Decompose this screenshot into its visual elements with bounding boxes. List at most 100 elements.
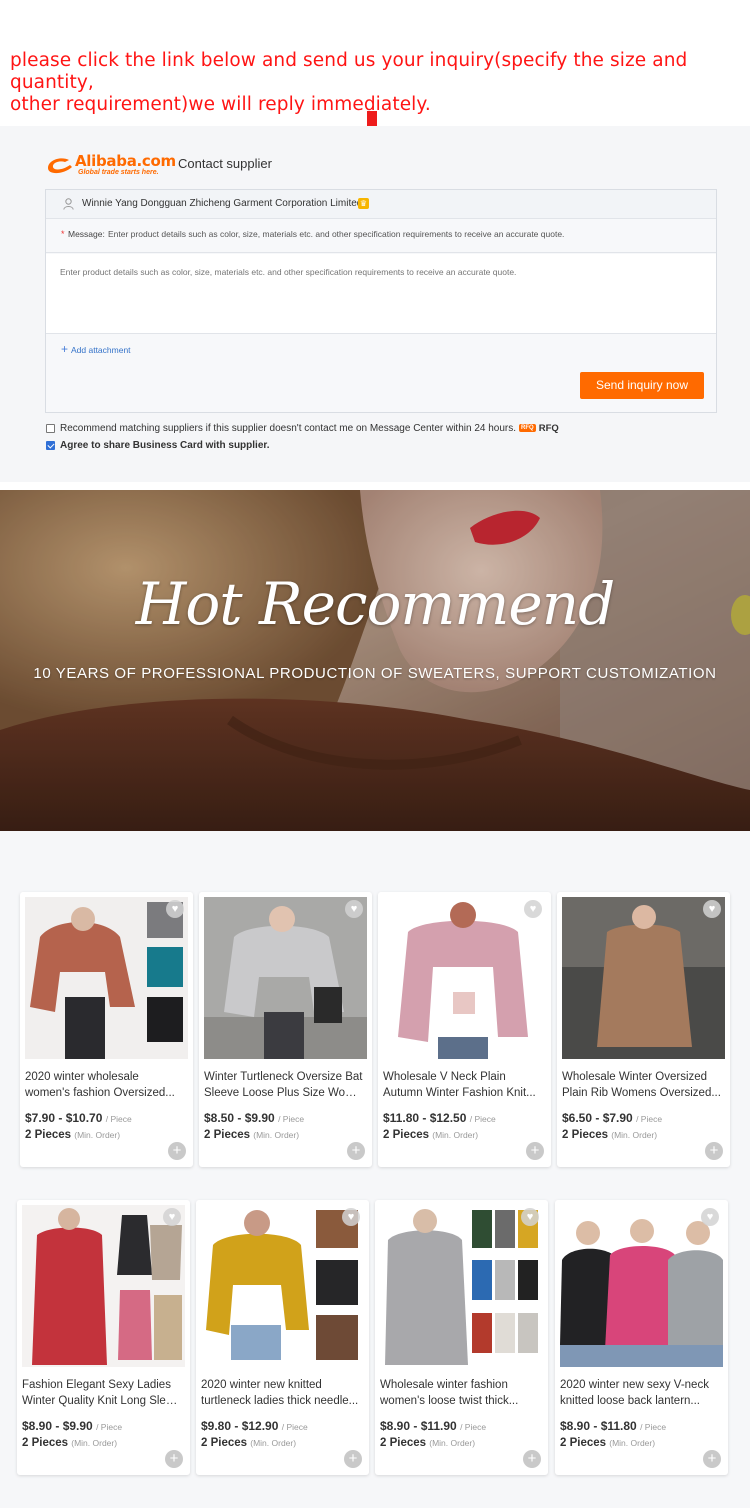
moq-value: 2 Pieces [380,1437,427,1449]
add-to-compare-plus-icon[interactable]: + [344,1450,362,1468]
supplier-name: Winnie Yang Dongguan Zhicheng Garment Co… [82,198,363,209]
recommend-suppliers-option[interactable]: Recommend matching suppliers if this sup… [46,421,559,435]
favorite-heart-icon[interactable]: ♥ [342,1208,360,1226]
add-to-compare-plus-icon[interactable]: + [168,1142,186,1160]
price-range: $7.90 - $10.70 [25,1111,103,1125]
favorite-heart-icon[interactable]: ♥ [345,900,363,918]
product-title[interactable]: Winter Turtleneck Oversize Bat Sleeve Lo… [204,1069,364,1101]
moq-note: (Min. Order) [609,1438,656,1448]
product-title[interactable]: Fashion Elegant Sexy Ladies Winter Quali… [22,1377,182,1409]
business-card-label: Agree to share Business Card with suppli… [60,439,270,451]
price-range: $6.50 - $7.90 [562,1111,633,1125]
product-price: $7.90 - $10.70 / Piece [25,1111,132,1125]
recommend-suppliers-checkbox[interactable] [46,423,55,433]
product-card[interactable]: ♥ Winter Turtleneck Oversize Bat Sleeve … [199,892,372,1167]
logo-text: Alibaba.com [75,152,176,170]
moq-value: 2 Pieces [383,1129,430,1141]
price-unit: / Piece [640,1422,667,1432]
price-range: $8.50 - $9.90 [204,1111,275,1125]
banner-title: Hot Recommend [135,570,615,638]
send-inquiry-button[interactable]: Send inquiry now [580,372,704,399]
price-range: $8.90 - $9.90 [22,1419,93,1433]
product-image[interactable] [25,897,188,1059]
moq-note: (Min. Order) [429,1438,476,1448]
price-unit: / Piece [96,1422,123,1432]
product-moq: 2 Pieces (Min. Order) [25,1129,120,1141]
product-card[interactable]: ♥ 2020 winter new knitted turtleneck lad… [196,1200,369,1475]
plus-icon: + [61,342,69,356]
inquiry-panel: Alibaba.com Global trade starts here. Co… [0,126,750,482]
moq-note: (Min. Order) [253,1130,300,1140]
favorite-heart-icon[interactable]: ♥ [521,1208,539,1226]
product-image[interactable] [201,1205,364,1367]
add-attachment-link[interactable]: Add attachment [71,345,131,355]
moq-value: 2 Pieces [204,1129,251,1141]
moq-value: 2 Pieces [201,1437,248,1449]
product-moq: 2 Pieces (Min. Order) [22,1437,117,1449]
product-price: $8.90 - $11.80 / Piece [560,1419,666,1433]
favorite-heart-icon[interactable]: ♥ [166,900,184,918]
product-title[interactable]: Wholesale Winter Oversized Plain Rib Wom… [562,1069,722,1101]
product-title[interactable]: Wholesale V Neck Plain Autumn Winter Fas… [383,1069,543,1101]
add-to-compare-plus-icon[interactable]: + [705,1142,723,1160]
instruction-line-1: please click the link below and send us … [10,50,688,93]
banner-subtitle: 10 YEARS OF PROFESSIONAL PRODUCTION OF S… [33,665,717,682]
inquiry-form: Winnie Yang Dongguan Zhicheng Garment Co… [45,189,717,413]
moq-value: 2 Pieces [560,1437,607,1449]
product-card[interactable]: ♥ Wholesale Winter Oversized Plain Rib W… [557,892,730,1167]
product-image[interactable] [562,897,725,1059]
moq-value: 2 Pieces [25,1129,72,1141]
product-price: $9.80 - $12.90 / Piece [201,1419,308,1433]
product-card[interactable]: ♥ Wholesale V Neck Plain Autumn Winter F… [378,892,551,1167]
product-card[interactable]: ♥ 2020 winter new sexy V-neck knitted lo… [555,1200,728,1475]
moq-value: 2 Pieces [22,1437,69,1449]
add-to-compare-plus-icon[interactable]: + [523,1450,541,1468]
moq-note: (Min. Order) [432,1130,479,1140]
product-moq: 2 Pieces (Min. Order) [204,1129,299,1141]
product-image[interactable] [380,1205,543,1367]
product-title[interactable]: Wholesale winter fashion women's loose t… [380,1377,540,1409]
message-label-row: * Message: Enter product details such as… [46,220,716,253]
product-moq: 2 Pieces (Min. Order) [562,1129,657,1141]
product-image[interactable] [383,897,546,1059]
moq-note: (Min. Order) [71,1438,118,1448]
product-image[interactable] [560,1205,723,1367]
product-title[interactable]: 2020 winter wholesale women's fashion Ov… [25,1069,185,1101]
moq-value: 2 Pieces [562,1129,609,1141]
product-image[interactable] [204,897,367,1059]
add-to-compare-plus-icon[interactable]: + [526,1142,544,1160]
product-title[interactable]: 2020 winter new sexy V-neck knitted loos… [560,1377,720,1409]
banner-photo [0,490,750,831]
recommend-suppliers-label: Recommend matching suppliers if this sup… [60,422,517,434]
message-textarea[interactable] [46,254,716,334]
supplier-row: Winnie Yang Dongguan Zhicheng Garment Co… [46,190,716,219]
rfq-badge: RFQ [519,424,536,432]
favorite-heart-icon[interactable]: ♥ [701,1208,719,1226]
product-card[interactable]: ♥ Wholesale winter fashion women's loose… [375,1200,548,1475]
product-moq: 2 Pieces (Min. Order) [380,1437,475,1449]
product-image[interactable] [22,1205,185,1367]
favorite-heart-icon[interactable]: ♥ [524,900,542,918]
favorite-heart-icon[interactable]: ♥ [163,1208,181,1226]
hot-recommend-banner: Hot Recommend 10 YEARS OF PROFESSIONAL P… [0,490,750,831]
add-to-compare-plus-icon[interactable]: + [165,1450,183,1468]
product-card[interactable]: ♥ Fashion Elegant Sexy Ladies Winter Qua… [17,1200,190,1475]
product-card[interactable]: ♥ 2020 winter wholesale women's fashion … [20,892,193,1167]
favorite-heart-icon[interactable]: ♥ [703,900,721,918]
product-title[interactable]: 2020 winter new knitted turtleneck ladie… [201,1377,361,1409]
message-hint: Enter product details such as color, siz… [108,229,565,239]
price-unit: / Piece [460,1422,487,1432]
price-unit: / Piece [281,1422,308,1432]
business-card-checkbox[interactable] [46,440,55,450]
product-price: $8.90 - $9.90 / Piece [22,1419,122,1433]
required-asterisk: * [61,229,65,239]
product-grid: ♥ 2020 winter wholesale women's fashion … [0,831,750,1508]
add-to-compare-plus-icon[interactable]: + [347,1142,365,1160]
contact-supplier-title: Contact supplier [178,156,272,171]
price-range: $8.90 - $11.90 [380,1419,457,1433]
business-card-option[interactable]: Agree to share Business Card with suppli… [46,438,270,452]
product-price: $11.80 - $12.50 / Piece [383,1111,496,1125]
rfq-label: RFQ [538,422,559,434]
add-to-compare-plus-icon[interactable]: + [703,1450,721,1468]
product-price: $8.90 - $11.90 / Piece [380,1419,486,1433]
